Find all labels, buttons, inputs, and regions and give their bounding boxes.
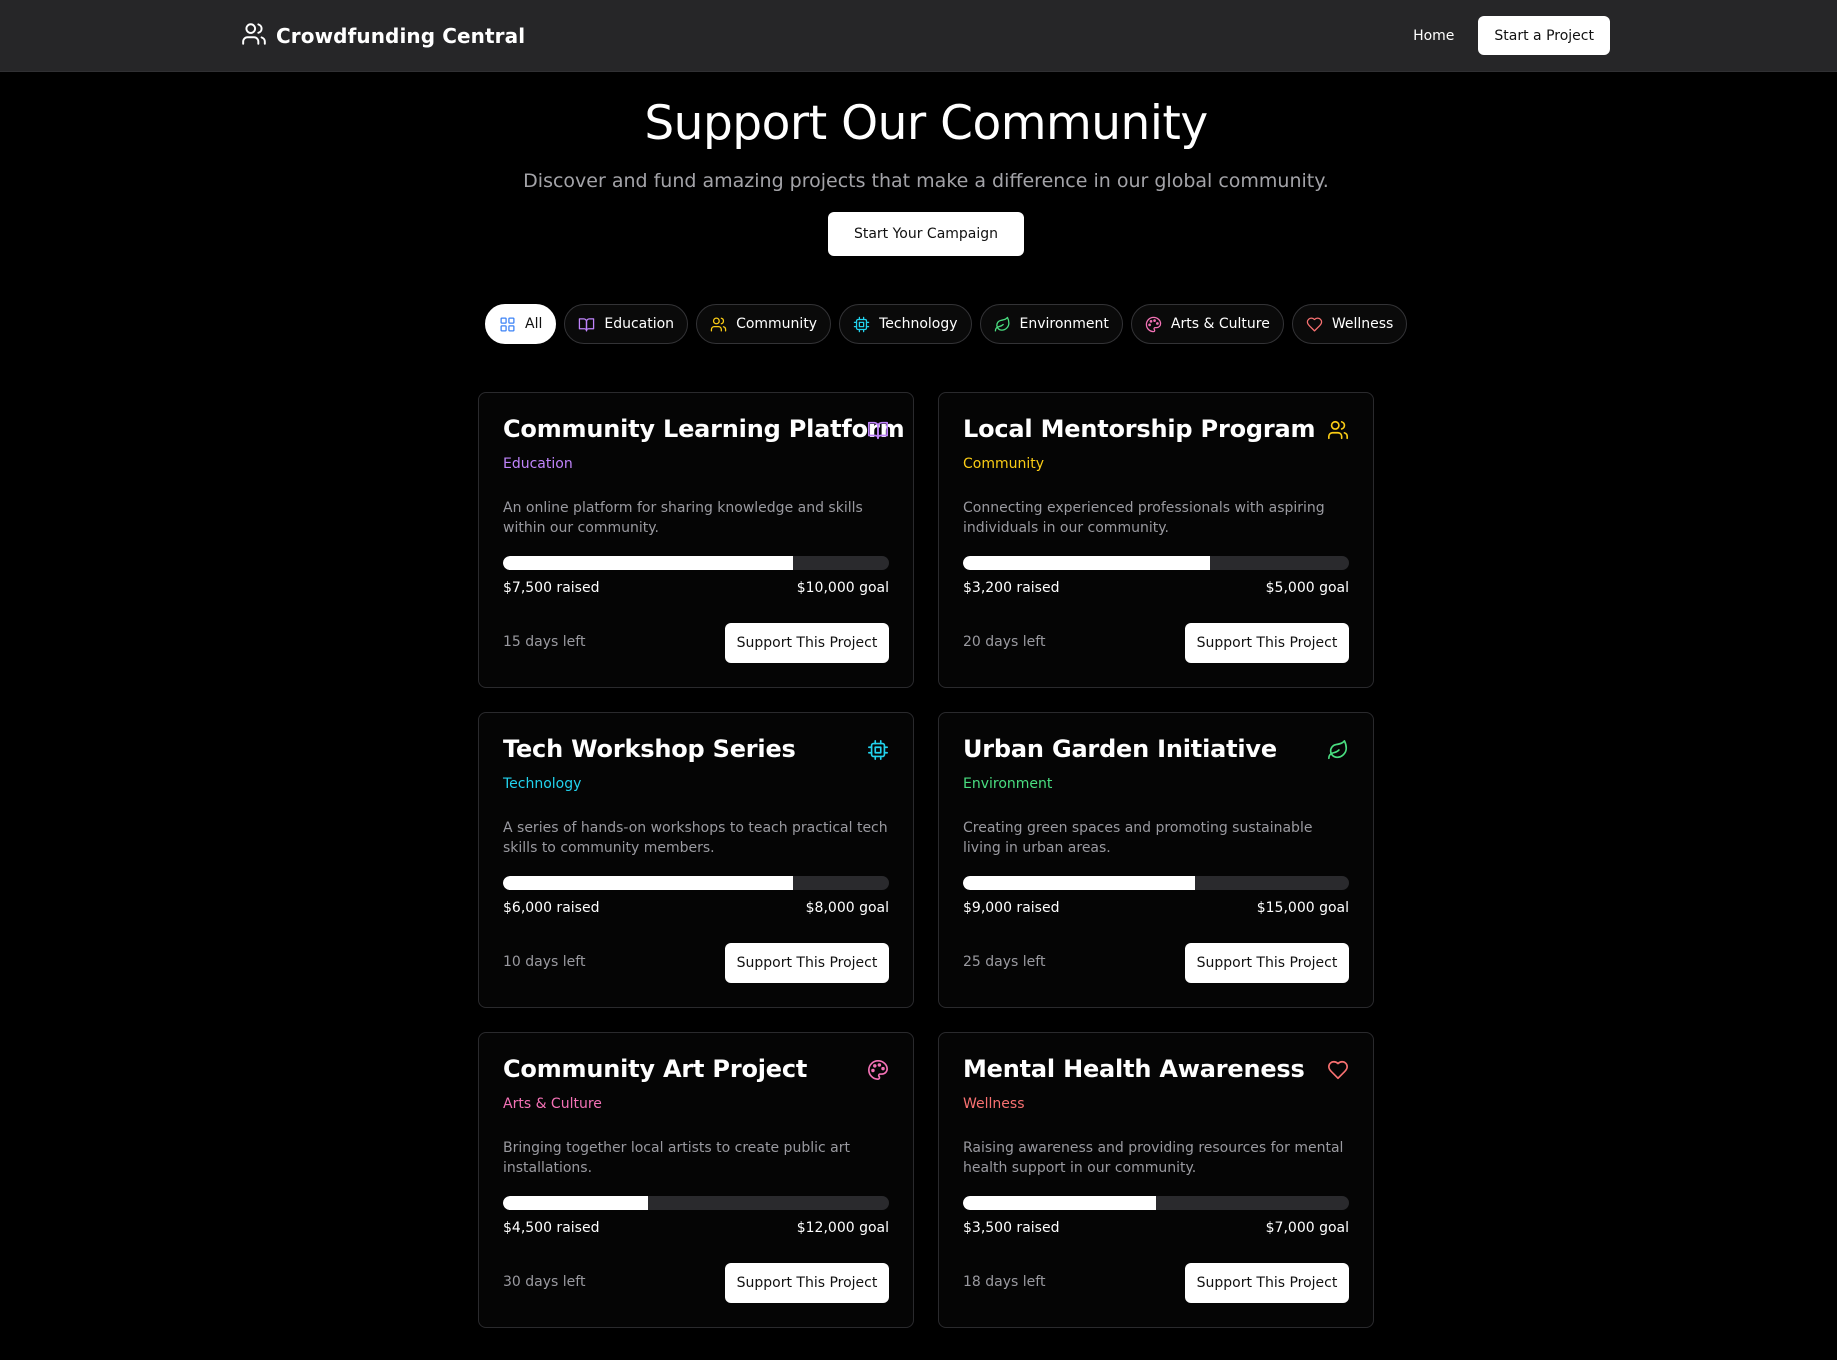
funding-goal: $12,000 goal <box>796 1220 889 1236</box>
amount-raised: $3,500 raised <box>963 1220 1060 1236</box>
funding-goal: $10,000 goal <box>796 580 889 596</box>
project-category: Wellness <box>963 1096 1025 1112</box>
amount-raised: $7,500 raised <box>503 580 600 596</box>
amount-raised: $4,500 raised <box>503 1220 600 1236</box>
project-card: Community Learning Platform Education An o… <box>478 392 914 688</box>
support-project-button[interactable]: Support This Project <box>1185 1263 1349 1303</box>
support-project-button[interactable]: Support This Project <box>725 1263 889 1303</box>
project-grid: Community Learning Platform Education An o… <box>478 392 1374 1328</box>
amount-raised: $6,000 raised <box>503 900 600 916</box>
brand-name: Crowdfunding Central <box>276 24 526 48</box>
filter-label: Technology <box>879 316 958 332</box>
funding-progress-fill <box>963 1196 1156 1210</box>
project-category: Arts & Culture <box>503 1096 602 1112</box>
funding-goal: $8,000 goal <box>805 900 889 916</box>
amount-raised: $9,000 raised <box>963 900 1060 916</box>
users-icon <box>1327 419 1349 441</box>
filter-all[interactable]: All <box>485 304 557 344</box>
palette-icon <box>867 1059 889 1081</box>
project-card: Community Art Project Arts & Culture Bring… <box>478 1032 914 1328</box>
project-card: Local Mentorship Program Community Connect… <box>938 392 1374 688</box>
category-filters: All Education Community Technology Environme… <box>485 304 1408 344</box>
filter-label: Community <box>736 316 818 332</box>
funding-progress-bar <box>503 1196 889 1210</box>
project-title: Tech Workshop Series <box>503 735 796 763</box>
filter-label: All <box>525 316 543 332</box>
heart-icon <box>1327 1059 1349 1081</box>
funding-goal: $5,000 goal <box>1265 580 1349 596</box>
project-description: Connecting experienced professionals wit… <box>963 500 1325 536</box>
days-left: 20 days left <box>963 634 1046 650</box>
days-left: 18 days left <box>963 1274 1046 1290</box>
project-category: Technology <box>503 776 582 792</box>
project-card: Urban Garden Initiative Environment Creati… <box>938 712 1374 1008</box>
palette-icon <box>1145 316 1162 333</box>
funding-progress-bar <box>503 556 889 570</box>
days-left: 25 days left <box>963 954 1046 970</box>
days-left: 10 days left <box>503 954 586 970</box>
support-project-button[interactable]: Support This Project <box>1185 623 1349 663</box>
filter-arts-culture[interactable]: Arts & Culture <box>1130 304 1284 344</box>
start-project-button[interactable]: Start a Project <box>1478 16 1610 55</box>
leaf-icon <box>1327 739 1349 761</box>
start-campaign-button[interactable]: Start Your Campaign <box>828 212 1024 256</box>
project-card: Tech Workshop Series Technology A series o… <box>478 712 914 1008</box>
funding-progress-fill <box>503 556 793 570</box>
days-left: 15 days left <box>503 634 586 650</box>
filter-label: Environment <box>1019 316 1109 332</box>
filter-label: Arts & Culture <box>1170 316 1270 332</box>
project-description: Raising awareness and providing resource… <box>963 1140 1344 1176</box>
funding-progress-bar <box>963 876 1349 890</box>
funding-progress-bar <box>503 876 889 890</box>
funding-progress-fill <box>503 876 793 890</box>
filter-wellness[interactable]: Wellness <box>1291 304 1408 344</box>
support-project-button[interactable]: Support This Project <box>725 943 889 983</box>
brand[interactable]: Crowdfunding Central <box>241 22 525 50</box>
days-left: 30 days left <box>503 1274 586 1290</box>
project-description: A series of hands-on workshops to teach … <box>503 820 888 856</box>
cpu-icon <box>867 739 889 761</box>
nav-home-link[interactable]: Home <box>1413 28 1454 44</box>
project-card: Mental Health Awareness Wellness Raising a… <box>938 1032 1374 1328</box>
heart-icon <box>1306 316 1323 333</box>
funding-goal: $15,000 goal <box>1256 900 1349 916</box>
funding-progress-bar <box>963 1196 1349 1210</box>
project-category: Community <box>963 456 1045 472</box>
project-title: Local Mentorship Program <box>963 415 1316 443</box>
hero-subtitle: Discover and fund amazing projects that … <box>523 170 1329 192</box>
filter-label: Education <box>604 316 675 332</box>
funding-progress-fill <box>963 876 1195 890</box>
book-icon <box>578 316 595 333</box>
nav-links: Home Start a Project <box>1413 16 1610 55</box>
filter-technology[interactable]: Technology <box>839 304 972 344</box>
cpu-icon <box>853 316 870 333</box>
filter-environment[interactable]: Environment <box>979 304 1123 344</box>
project-description: Bringing together local artists to creat… <box>503 1140 850 1176</box>
support-project-button[interactable]: Support This Project <box>1185 943 1349 983</box>
project-description: Creating green spaces and promoting sust… <box>963 820 1313 856</box>
support-project-button[interactable]: Support This Project <box>725 623 889 663</box>
funding-progress-fill <box>503 1196 648 1210</box>
project-description: An online platform for sharing knowledge… <box>503 500 863 536</box>
amount-raised: $3,200 raised <box>963 580 1060 596</box>
project-category: Environment <box>963 776 1053 792</box>
filter-education[interactable]: Education <box>564 304 689 344</box>
filter-community[interactable]: Community <box>696 304 832 344</box>
users-icon <box>241 21 267 51</box>
users-icon <box>710 316 727 333</box>
filter-label: Wellness <box>1331 316 1394 332</box>
funding-progress-fill <box>963 556 1211 570</box>
book-icon <box>867 419 889 441</box>
project-title: Mental Health Awareness <box>963 1055 1305 1083</box>
grid-icon <box>499 316 516 333</box>
project-title: Urban Garden Initiative <box>963 735 1277 763</box>
funding-progress-bar <box>963 556 1349 570</box>
project-title: Community Learning Platform <box>503 415 905 443</box>
project-title: Community Art Project <box>503 1055 808 1083</box>
hero-title: Support Our Community <box>644 96 1208 151</box>
navbar: Crowdfunding Central Home Start a Projec… <box>0 0 1837 72</box>
funding-goal: $7,000 goal <box>1265 1220 1349 1236</box>
leaf-icon <box>994 316 1011 333</box>
project-category: Education <box>503 456 573 472</box>
